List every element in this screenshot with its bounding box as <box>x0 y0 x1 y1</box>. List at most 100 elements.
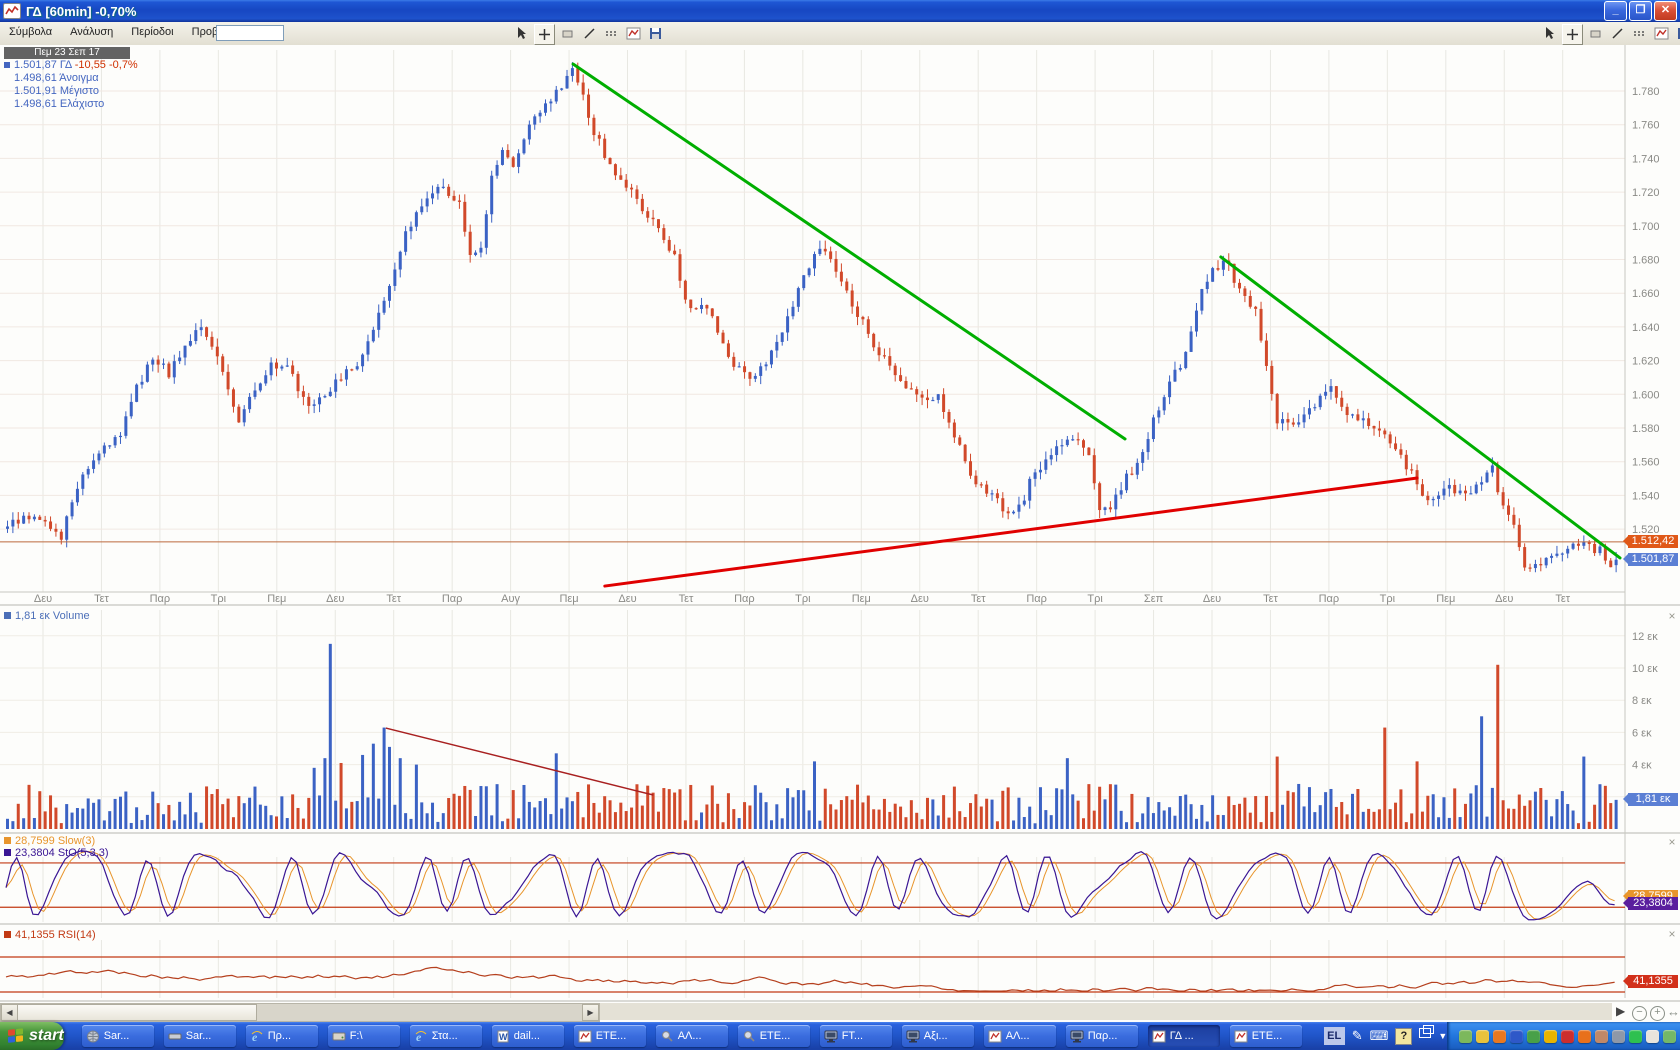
volume-series <box>6 644 1618 829</box>
chart-icon <box>1152 1030 1166 1042</box>
stoch-header[interactable]: 23,3804 StO(5,3,3) <box>4 847 109 859</box>
menu-bar: ΣύμβολαΑνάλυσηΠερίοδοιΠροβολή <box>0 22 1680 46</box>
taskbar: start Sar... Sar... eΠρ... F:\ eΣτα... Wdail.… <box>0 1022 1680 1050</box>
tray-icon[interactable] <box>1612 1030 1625 1043</box>
menu-Ανάλυση[interactable]: Ανάλυση <box>61 22 122 38</box>
tray-icon[interactable] <box>1493 1030 1506 1043</box>
fit-width-icon[interactable]: ↔ <box>1667 1004 1680 1019</box>
volume-header[interactable]: 1,81 εκ Volume <box>4 610 90 622</box>
volume-tick-label: 12 εκ <box>1632 631 1658 643</box>
taskbar-button-ΑΛ[interactable]: ΑΛ... <box>656 1025 728 1047</box>
taskbar-button-Sar[interactable]: Sar... <box>164 1025 236 1047</box>
symbol-input[interactable] <box>216 25 284 41</box>
rsi-header[interactable]: 41,1355 RSI(14) <box>4 929 96 941</box>
restore-button[interactable]: ❐ <box>1629 1 1652 21</box>
language-bar: EL ✎ ⌨ ? ▼ <box>1324 1027 1448 1045</box>
crosshair-tool-icon[interactable] <box>1562 24 1583 45</box>
x-axis-label: Δευ <box>618 593 636 605</box>
taskbar-button-Στα[interactable]: eΣτα... <box>410 1025 482 1047</box>
zoom-out-icon[interactable]: − <box>1632 1004 1647 1021</box>
scroll-right-button[interactable]: ▶ <box>582 1004 599 1021</box>
tray-icon[interactable] <box>1476 1030 1489 1043</box>
volume-tick-label: 6 εκ <box>1632 727 1652 739</box>
box-tool-icon[interactable] <box>1586 24 1605 43</box>
trendline-green-downtrend-2[interactable] <box>1221 257 1620 558</box>
trendline-volume-downtrend[interactable] <box>386 728 653 795</box>
tray-icon[interactable] <box>1595 1030 1608 1043</box>
tray-icon[interactable] <box>1561 1030 1574 1043</box>
ie-icon: e <box>414 1030 428 1042</box>
tray-icon[interactable] <box>1578 1030 1591 1043</box>
quote-info-row: 1.498,61 Άνοιγμα <box>4 72 138 85</box>
chart-tool-icon[interactable] <box>624 24 643 43</box>
title-bar[interactable]: ΓΔ [60min] -0,70% _ ❐ ✕ <box>0 0 1680 22</box>
horizontal-scrollbar[interactable]: ◀ ▶ <box>0 1003 600 1022</box>
price-tick-label: 1.740 <box>1632 153 1660 165</box>
trendline-tool-icon[interactable] <box>580 24 599 43</box>
zoom-in-icon[interactable]: + <box>1650 1004 1665 1021</box>
pen-icon[interactable]: ✎ <box>1352 1028 1363 1044</box>
taskbar-button-ΕΤΕ[interactable]: ΕΤΕ... <box>1230 1025 1302 1047</box>
x-axis-label: Πεμ <box>559 593 578 605</box>
x-axis-label: Τρι <box>1087 593 1103 605</box>
scroll-forward-icon[interactable]: ▶ <box>1616 1004 1625 1018</box>
language-indicator[interactable]: EL <box>1324 1027 1345 1045</box>
dotted-line-tool-icon[interactable] <box>602 24 621 43</box>
close-stoch-panel-icon[interactable]: × <box>1666 837 1678 849</box>
x-axis-label: Πεμ <box>852 593 871 605</box>
taskbar-button-ΑΛ[interactable]: ΑΛ... <box>984 1025 1056 1047</box>
scroll-left-button[interactable]: ◀ <box>1 1004 18 1021</box>
tray-icon[interactable] <box>1646 1030 1659 1043</box>
app-window: ΓΔ [60min] -0,70% _ ❐ ✕ ΣύμβολαΑνάλυσηΠε… <box>0 0 1680 1050</box>
menu-Περίοδοι[interactable]: Περίοδοι <box>122 22 182 38</box>
rsi-legend-marker <box>4 931 11 938</box>
restore-toolbar-icon[interactable] <box>1419 1028 1431 1038</box>
tray-icon[interactable] <box>1459 1030 1472 1043</box>
pointer-tool-icon[interactable] <box>512 24 531 43</box>
save-tool-icon[interactable] <box>646 24 665 43</box>
tray-icon[interactable] <box>1663 1030 1676 1043</box>
dotted-line-tool-icon[interactable] <box>1630 24 1649 43</box>
taskbar-button-ΕΤΕ[interactable]: ΕΤΕ... <box>574 1025 646 1047</box>
x-axis-label: Αυγ <box>501 593 520 605</box>
scrollbar-thumb[interactable] <box>17 1004 257 1021</box>
taskbar-button-FT[interactable]: FT... <box>820 1025 892 1047</box>
close-volume-panel-icon[interactable]: × <box>1666 611 1678 623</box>
save-tool-icon[interactable] <box>1674 24 1680 43</box>
taskbar-button-Sar[interactable]: Sar... <box>82 1025 154 1047</box>
trendline-green-downtrend-1[interactable] <box>573 64 1125 439</box>
svg-text:W: W <box>499 1032 508 1042</box>
tray-icon[interactable] <box>1510 1030 1523 1043</box>
chart-tool-icon[interactable] <box>1652 24 1671 43</box>
tray-icon[interactable] <box>1527 1030 1540 1043</box>
taskbar-button-ΓΔ[interactable]: ΓΔ ... <box>1148 1025 1220 1047</box>
tray-icon[interactable] <box>1544 1030 1557 1043</box>
pointer-tool-icon[interactable] <box>1540 24 1559 43</box>
close-rsi-panel-icon[interactable]: × <box>1666 929 1678 941</box>
trendline-red-uptrend[interactable] <box>605 478 1417 586</box>
keyboard-icon[interactable]: ⌨ <box>1370 1028 1389 1044</box>
chevron-down-icon[interactable]: ▼ <box>1438 1031 1447 1041</box>
taskbar-button-Παρ[interactable]: Παρ... <box>1066 1025 1138 1047</box>
taskbar-button-Αξι[interactable]: Αξι... <box>902 1025 974 1047</box>
rsi-line <box>6 967 1615 991</box>
close-button[interactable]: ✕ <box>1654 1 1677 21</box>
start-button[interactable]: start <box>0 1022 64 1050</box>
tray-icon[interactable] <box>1629 1030 1642 1043</box>
x-axis-label: Τρι <box>211 593 227 605</box>
minimize-button[interactable]: _ <box>1604 1 1627 21</box>
chart-icon <box>988 1030 1002 1042</box>
box-tool-icon[interactable] <box>558 24 577 43</box>
taskbar-button-ΕΤΕ[interactable]: ΕΤΕ... <box>738 1025 810 1047</box>
menu-Σύμβολα[interactable]: Σύμβολα <box>0 22 61 38</box>
taskbar-button-dail[interactable]: Wdail... <box>492 1025 564 1047</box>
taskbar-button-Πρ[interactable]: eΠρ... <box>246 1025 318 1047</box>
help-icon[interactable]: ? <box>1395 1028 1412 1045</box>
stoch-slow-header[interactable]: 28,7599 Slow(3) <box>4 835 95 847</box>
taskbar-button-F[interactable]: F:\ <box>328 1025 400 1047</box>
stoch-line <box>6 851 1615 920</box>
crosshair-tool-icon[interactable] <box>534 24 555 45</box>
trendline-tool-icon[interactable] <box>1608 24 1627 43</box>
x-axis-label: Παρ <box>442 593 463 605</box>
price-tick-label: 1.700 <box>1632 221 1660 233</box>
